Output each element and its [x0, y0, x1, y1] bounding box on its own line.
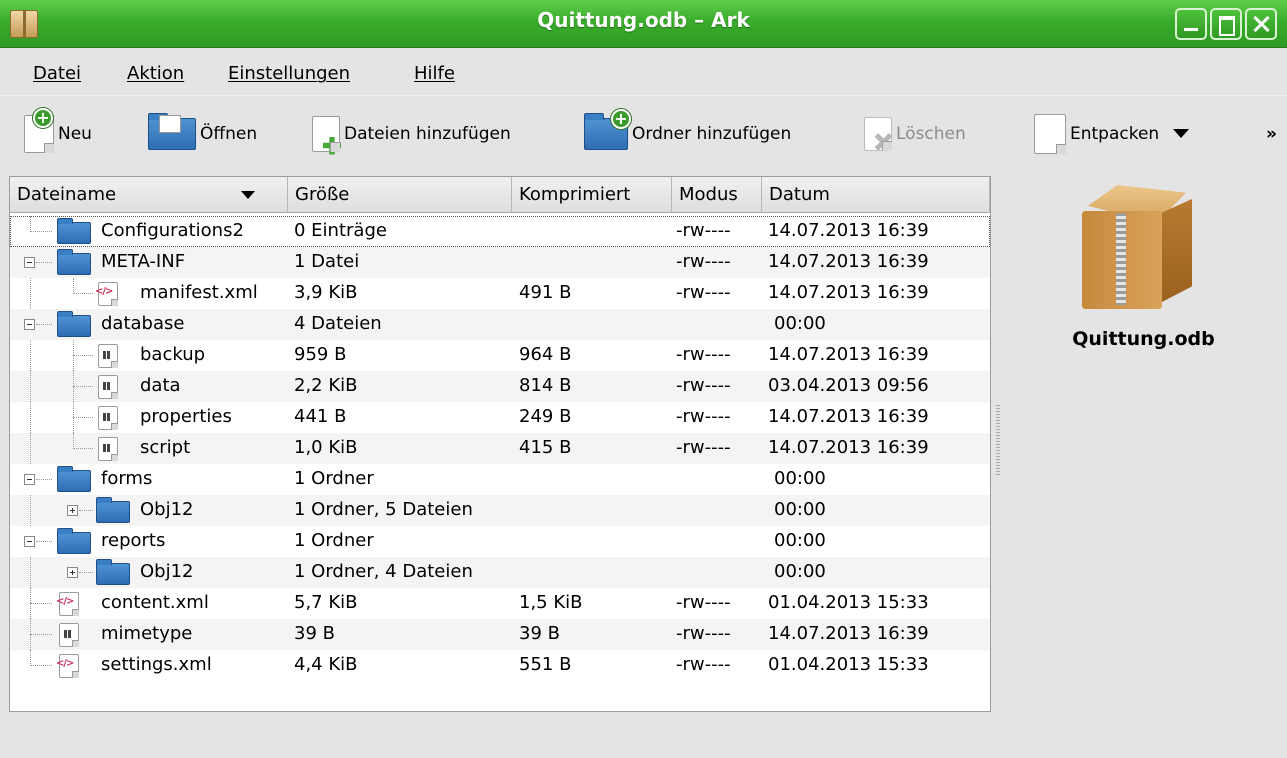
new-button-label: Neu	[58, 123, 92, 144]
expand-toggle[interactable]	[67, 505, 78, 516]
table-row[interactable]: content.xml 5,7 KiB 1,5 KiB -rw---- 01.0…	[10, 588, 990, 619]
folder-icon	[57, 249, 91, 275]
add-file-icon	[312, 115, 341, 155]
table-row[interactable]: data 2,2 KiB 814 B -rw---- 03.04.2013 09…	[10, 371, 990, 402]
expand-toggle[interactable]	[67, 567, 78, 578]
folder-icon	[96, 497, 130, 523]
archive-file-list[interactable]: Dateiname Größe Komprimiert Modus Datum …	[9, 176, 991, 712]
extract-button[interactable]: Entpacken	[1034, 96, 1190, 171]
folder-icon	[57, 311, 91, 337]
collapse-toggle[interactable]	[24, 257, 35, 268]
toolbar-overflow-button[interactable]: »	[1266, 96, 1277, 171]
new-document-icon: +	[24, 107, 54, 153]
menu-bar: Datei Aktion Einstellungen Hilfe	[0, 49, 1287, 95]
table-row[interactable]: Obj12 1 Ordner, 4 Dateien 00:00	[10, 557, 990, 588]
delete-label: Löschen	[896, 123, 966, 144]
green-plus-icon	[323, 136, 341, 155]
extract-dropdown-icon[interactable]	[1173, 129, 1190, 138]
table-row[interactable]: forms 1 Ordner 00:00	[10, 464, 990, 495]
close-button[interactable]	[1245, 8, 1277, 40]
add-folder-icon: +	[584, 108, 631, 150]
minimize-button[interactable]	[1175, 8, 1207, 40]
binary-file-icon	[98, 344, 118, 368]
xml-file-icon	[56, 654, 79, 678]
header-size[interactable]: Größe	[288, 177, 512, 213]
folder-icon	[57, 466, 91, 492]
x-icon	[873, 132, 893, 152]
toolbar: + Neu Öffnen Dateien hinzufügen + Ordner…	[0, 95, 1287, 170]
table-row[interactable]: mimetype 39 B 39 B -rw---- 14.07.2013 16…	[10, 619, 990, 650]
open-button-label: Öffnen	[200, 123, 258, 144]
xml-file-icon	[95, 282, 118, 306]
collapse-toggle[interactable]	[24, 319, 35, 330]
table-row[interactable]: Configurations2 0 Einträge -rw---- 14.07…	[10, 216, 990, 247]
collapse-toggle[interactable]	[24, 536, 35, 547]
menu-aktion[interactable]: Aktion	[127, 63, 184, 84]
delete-button[interactable]: Löschen	[864, 96, 966, 171]
table-row[interactable]: reports 1 Ordner 00:00	[10, 526, 990, 557]
open-button[interactable]: Öffnen	[148, 96, 257, 171]
table-row[interactable]: properties 441 B 249 B -rw---- 14.07.201…	[10, 402, 990, 433]
add-folder-button[interactable]: + Ordner hinzufügen	[584, 96, 791, 171]
open-folder-icon	[148, 112, 196, 150]
binary-file-icon	[98, 437, 118, 461]
collapse-toggle[interactable]	[24, 474, 35, 485]
plus-icon: +	[611, 108, 631, 129]
tree-rows: Configurations2 0 Einträge -rw---- 14.07…	[10, 216, 990, 681]
extract-icon	[1034, 113, 1066, 154]
folder-icon	[57, 218, 91, 244]
menu-einstellungen[interactable]: Einstellungen	[228, 63, 350, 84]
page-icon	[159, 114, 181, 133]
extract-label: Entpacken	[1070, 123, 1160, 144]
table-row[interactable]: manifest.xml 3,9 KiB 491 B -rw---- 14.07…	[10, 278, 990, 309]
folder-icon	[57, 528, 91, 554]
folder-icon	[96, 559, 130, 585]
table-row[interactable]: database 4 Dateien 00:00	[10, 309, 990, 340]
header-date[interactable]: Datum	[762, 177, 990, 213]
header-mode[interactable]: Modus	[672, 177, 762, 213]
add-folder-label: Ordner hinzufügen	[632, 123, 792, 144]
add-files-label: Dateien hinzufügen	[344, 123, 511, 144]
header-filename[interactable]: Dateiname	[10, 177, 288, 213]
delete-icon	[864, 116, 893, 152]
window-title: Quittung.odb – Ark	[537, 8, 750, 32]
menu-hilfe[interactable]: Hilfe	[414, 63, 455, 84]
header-compressed[interactable]: Komprimiert	[512, 177, 672, 213]
plus-icon: +	[33, 107, 53, 128]
xml-file-icon	[56, 592, 79, 616]
table-row[interactable]: script 1,0 KiB 415 B -rw---- 14.07.2013 …	[10, 433, 990, 464]
table-row[interactable]: META-INF 1 Datei -rw---- 14.07.2013 16:3…	[10, 247, 990, 278]
binary-file-icon	[98, 406, 118, 430]
binary-file-icon	[98, 375, 118, 399]
archive-box-icon	[1082, 185, 1192, 315]
table-row[interactable]: Obj12 1 Ordner, 5 Dateien 00:00	[10, 495, 990, 526]
maximize-button[interactable]	[1210, 8, 1242, 40]
info-panel-filename: Quittung.odb	[1072, 328, 1215, 350]
column-header: Dateiname Größe Komprimiert Modus Datum	[10, 177, 990, 213]
binary-file-icon	[59, 623, 79, 647]
table-row[interactable]: settings.xml 4,4 KiB 551 B -rw---- 01.04…	[10, 650, 990, 681]
new-button[interactable]: + Neu	[24, 96, 92, 171]
title-bar: Quittung.odb – Ark	[0, 0, 1287, 48]
add-files-button[interactable]: Dateien hinzufügen	[312, 96, 511, 171]
menu-datei[interactable]: Datei	[33, 63, 81, 84]
zipper-icon	[1116, 213, 1126, 305]
table-row[interactable]: backup 959 B 964 B -rw---- 14.07.2013 16…	[10, 340, 990, 371]
splitter-handle[interactable]	[996, 405, 1000, 475]
